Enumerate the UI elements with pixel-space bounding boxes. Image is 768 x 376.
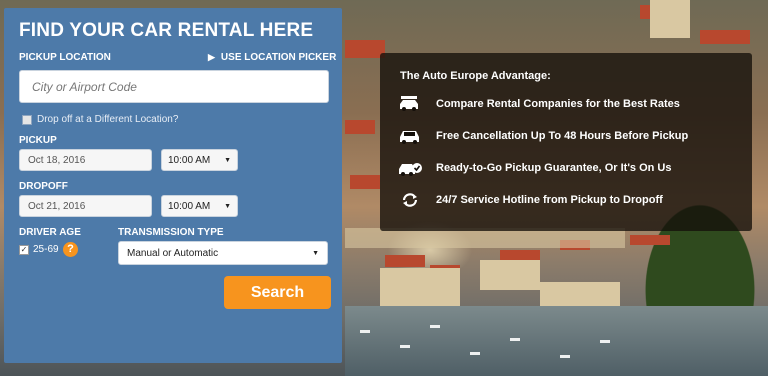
advantage-item-text: Compare Rental Companies for the Best Ra… [436,98,680,110]
driver-age-value: 25-69 [33,244,59,255]
car-compare-icon [400,96,418,111]
driver-age-option[interactable]: ✓ 25-69 [19,244,59,255]
driver-age-checkbox[interactable]: ✓ [19,244,29,255]
pickup-location-placeholder: City or Airport Code [32,80,137,94]
advantage-panel: The Auto Europe Advantage: Compare Renta… [380,53,752,231]
advantage-item: Free Cancellation Up To 48 Hours Before … [398,127,688,145]
dropoff-different-location-option[interactable]: Drop off at a Different Location? [22,114,178,125]
advantage-item-text: 24/7 Service Hotline from Pickup to Drop… [436,194,663,206]
dropoff-time-value: 10:00 AM [168,200,211,212]
dropdown-arrow-icon: ▼ [224,202,231,210]
use-location-picker-link[interactable]: ▶ USE LOCATION PICKER [208,52,336,63]
help-icon[interactable]: ? [63,242,78,257]
play-arrow-icon: ▶ [208,52,215,62]
dropdown-arrow-icon: ▼ [312,249,319,257]
pickup-location-input[interactable]: City or Airport Code [19,70,329,103]
refresh-icon [402,193,418,207]
pickup-date-value: Oct 18, 2016 [28,155,86,166]
transmission-value: Manual or Automatic [127,247,219,259]
pickup-location-label: PICKUP LOCATION [19,52,111,63]
dropoff-time-select[interactable]: 10:00 AM ▼ [161,195,238,217]
pickup-date-input[interactable]: Oct 18, 2016 [19,149,152,171]
dropoff-date-input[interactable]: Oct 21, 2016 [19,195,152,217]
transmission-type-label: TRANSMISSION TYPE [118,227,224,238]
dropoff-different-checkbox[interactable] [22,114,32,125]
location-picker-label: USE LOCATION PICKER [220,52,337,63]
pickup-time-value: 10:00 AM [168,154,211,166]
dropoff-date-value: Oct 21, 2016 [28,201,86,212]
advantage-item: 24/7 Service Hotline from Pickup to Drop… [398,191,663,209]
advantage-item-text: Ready-to-Go Pickup Guarantee, Or It's On… [436,162,672,174]
advantage-title: The Auto Europe Advantage: [400,70,551,82]
form-title: FIND YOUR CAR RENTAL HERE [19,20,314,41]
car-icon [400,131,419,144]
search-button[interactable]: Search [224,276,331,309]
transmission-type-select[interactable]: Manual or Automatic ▼ [118,241,328,265]
advantage-item-text: Free Cancellation Up To 48 Hours Before … [436,130,689,142]
car-check-icon [399,163,422,176]
pickup-label: PICKUP [19,135,57,146]
dropoff-different-label: Drop off at a Different Location? [37,114,179,125]
driver-age-label: DRIVER AGE [19,227,81,238]
car-rental-search-form: FIND YOUR CAR RENTAL HERE PICKUP LOCATIO… [4,8,342,363]
dropdown-arrow-icon: ▼ [224,156,231,164]
dropoff-label: DROPOFF [19,181,68,192]
advantage-item: Compare Rental Companies for the Best Ra… [398,95,680,113]
advantage-item: Ready-to-Go Pickup Guarantee, Or It's On… [398,159,672,177]
pickup-time-select[interactable]: 10:00 AM ▼ [161,149,238,171]
